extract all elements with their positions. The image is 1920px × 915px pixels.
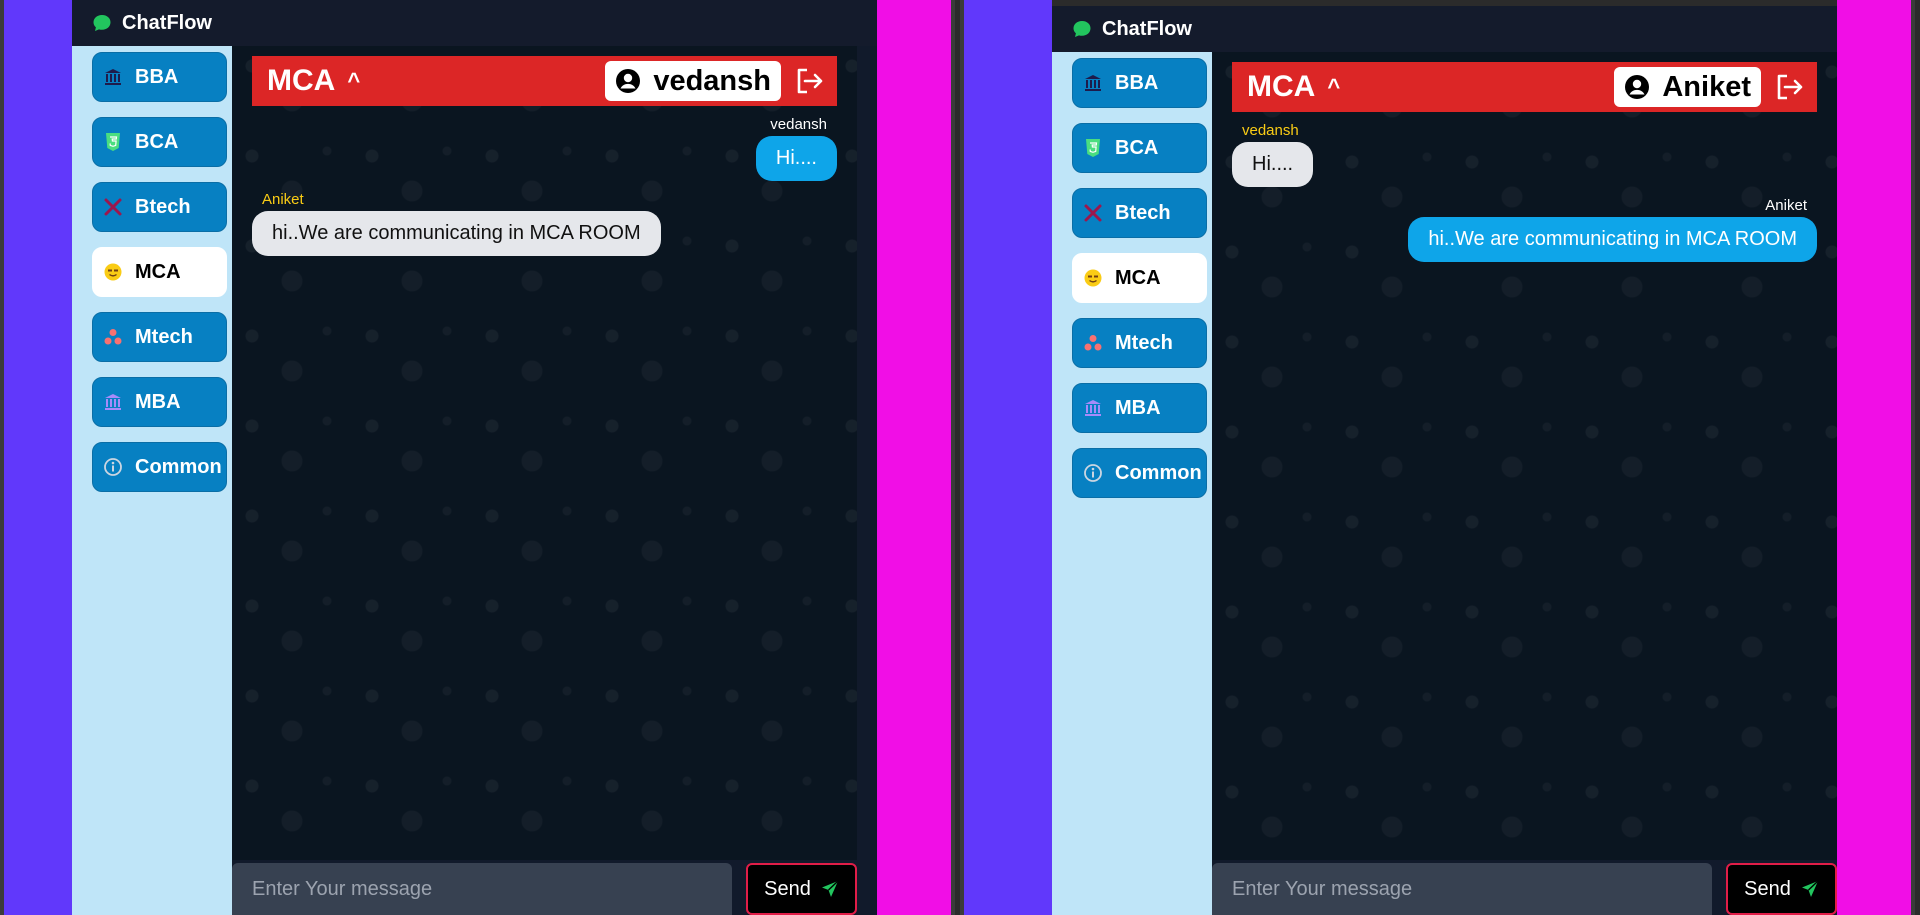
message-sender: Aniket [262, 191, 304, 208]
room-button-mtech[interactable]: Mtech [1072, 318, 1207, 368]
logout-icon[interactable] [1773, 71, 1805, 103]
chevron-up-icon[interactable]: ^ [347, 68, 360, 94]
bank-icon [103, 67, 123, 87]
room-button-mba[interactable]: MBA [92, 377, 227, 427]
message-bubble: hi..We are communicating in MCA ROOM [252, 211, 661, 256]
nodes-icon [1083, 333, 1103, 353]
room-button-common[interactable]: Common [92, 442, 227, 492]
chat-bubble-icon [1073, 21, 1091, 37]
user-badge: vedansh [605, 61, 781, 101]
app-title: ChatFlow [122, 11, 212, 34]
chat-app: ChatFlow BBA BCA Btech MCA Mtech MBA Common MC… [72, 0, 877, 915]
bank-icon [103, 392, 123, 412]
room-button-label: BBA [135, 65, 179, 88]
room-button-label: Mtech [1115, 331, 1173, 354]
chevron-up-icon[interactable]: ^ [1327, 74, 1340, 100]
left-background [4, 0, 72, 915]
room-button-label: BCA [135, 130, 179, 153]
bank-icon [1083, 73, 1103, 93]
smiley-icon [1083, 268, 1103, 288]
message-sender: vedansh [770, 116, 827, 133]
tools-icon [103, 197, 123, 217]
app-header: ChatFlow [1052, 6, 1837, 52]
right-background [1837, 0, 1911, 915]
room-button-btech[interactable]: Btech [1072, 188, 1207, 238]
chat-area: MCA ^ Aniket vedansh Hi.... Aniket hi..W… [1212, 52, 1837, 860]
room-sidebar: BBA BCA Btech MCA Mtech MBA Common [1052, 52, 1212, 915]
room-button-common[interactable]: Common [1072, 448, 1207, 498]
user-circle-icon [1625, 75, 1650, 99]
room-button-bba[interactable]: BBA [92, 52, 227, 102]
room-title: MCA [267, 64, 336, 97]
room-button-label: Btech [135, 195, 191, 218]
room-button-mca[interactable]: MCA [92, 247, 227, 297]
right-background [877, 0, 951, 915]
chat-app: ChatFlow BBA BCA Btech MCA Mtech MBA Common MC… [1052, 6, 1837, 915]
message: Aniket hi..We are communicating in MCA R… [252, 191, 837, 256]
room-button-label: MCA [135, 260, 181, 283]
html5-icon [1083, 138, 1103, 158]
chat-bubble-icon [93, 15, 111, 31]
room-button-mba[interactable]: MBA [1072, 383, 1207, 433]
room-button-label: Common [135, 455, 222, 478]
message: vedansh Hi.... [1232, 122, 1817, 187]
room-button-label: Mtech [135, 325, 193, 348]
message-bubble: Hi.... [755, 136, 837, 181]
left-background [964, 0, 1052, 915]
user-badge: Aniket [1614, 67, 1761, 107]
send-label: Send [1744, 877, 1791, 900]
send-button[interactable]: Send [1726, 863, 1837, 915]
browser-window-1: ChatFlow BBA BCA Btech MCA Mtech MBA Common MC… [0, 0, 955, 915]
room-button-bca[interactable]: BCA [1072, 123, 1207, 173]
send-icon [1801, 880, 1819, 897]
room-button-label: Common [1115, 461, 1202, 484]
room-button-label: MBA [1115, 396, 1161, 419]
room-sidebar: BBA BCA Btech MCA Mtech MBA Common [72, 46, 232, 915]
smiley-icon [103, 262, 123, 282]
tools-icon [1083, 203, 1103, 223]
message-bubble: hi..We are communicating in MCA ROOM [1408, 217, 1817, 262]
send-icon [821, 880, 839, 897]
room-button-mca[interactable]: MCA [1072, 253, 1207, 303]
message-list: vedansh Hi.... Aniket hi..We are communi… [252, 116, 837, 266]
room-button-btech[interactable]: Btech [92, 182, 227, 232]
info-circle-icon [1083, 463, 1103, 483]
room-button-label: MCA [1115, 266, 1161, 289]
info-circle-icon [103, 457, 123, 477]
message-input[interactable] [232, 863, 732, 915]
chat-area: MCA ^ vedansh vedansh Hi.... Aniket hi..… [232, 46, 857, 860]
html5-icon [103, 132, 123, 152]
app-header: ChatFlow [72, 0, 877, 46]
message-list: vedansh Hi.... Aniket hi..We are communi… [1232, 122, 1817, 272]
chat-header: MCA ^ Aniket [1232, 62, 1817, 112]
message-bubble: Hi.... [1232, 142, 1314, 187]
message-sender: Aniket [1765, 197, 1807, 214]
chat-header: MCA ^ vedansh [252, 56, 837, 106]
logout-icon[interactable] [793, 65, 825, 97]
browser-window-2: ChatFlow BBA BCA Btech MCA Mtech MBA Common MC… [960, 0, 1915, 915]
message-input[interactable] [1212, 863, 1712, 915]
room-button-bca[interactable]: BCA [92, 117, 227, 167]
room-button-label: Btech [1115, 201, 1171, 224]
username: Aniket [1662, 70, 1751, 103]
message: Aniket hi..We are communicating in MCA R… [1232, 197, 1817, 262]
send-label: Send [764, 877, 811, 900]
room-button-mtech[interactable]: Mtech [92, 312, 227, 362]
nodes-icon [103, 327, 123, 347]
username: vedansh [653, 64, 771, 97]
room-title: MCA [1247, 70, 1316, 103]
message: vedansh Hi.... [252, 116, 837, 181]
message-sender: vedansh [1242, 122, 1299, 139]
room-button-label: BCA [1115, 136, 1159, 159]
user-circle-icon [616, 69, 641, 93]
room-button-label: BBA [1115, 71, 1159, 94]
room-button-label: MBA [135, 390, 181, 413]
room-button-bba[interactable]: BBA [1072, 58, 1207, 108]
send-button[interactable]: Send [746, 863, 857, 915]
bank-icon [1083, 398, 1103, 418]
app-title: ChatFlow [1102, 17, 1192, 40]
